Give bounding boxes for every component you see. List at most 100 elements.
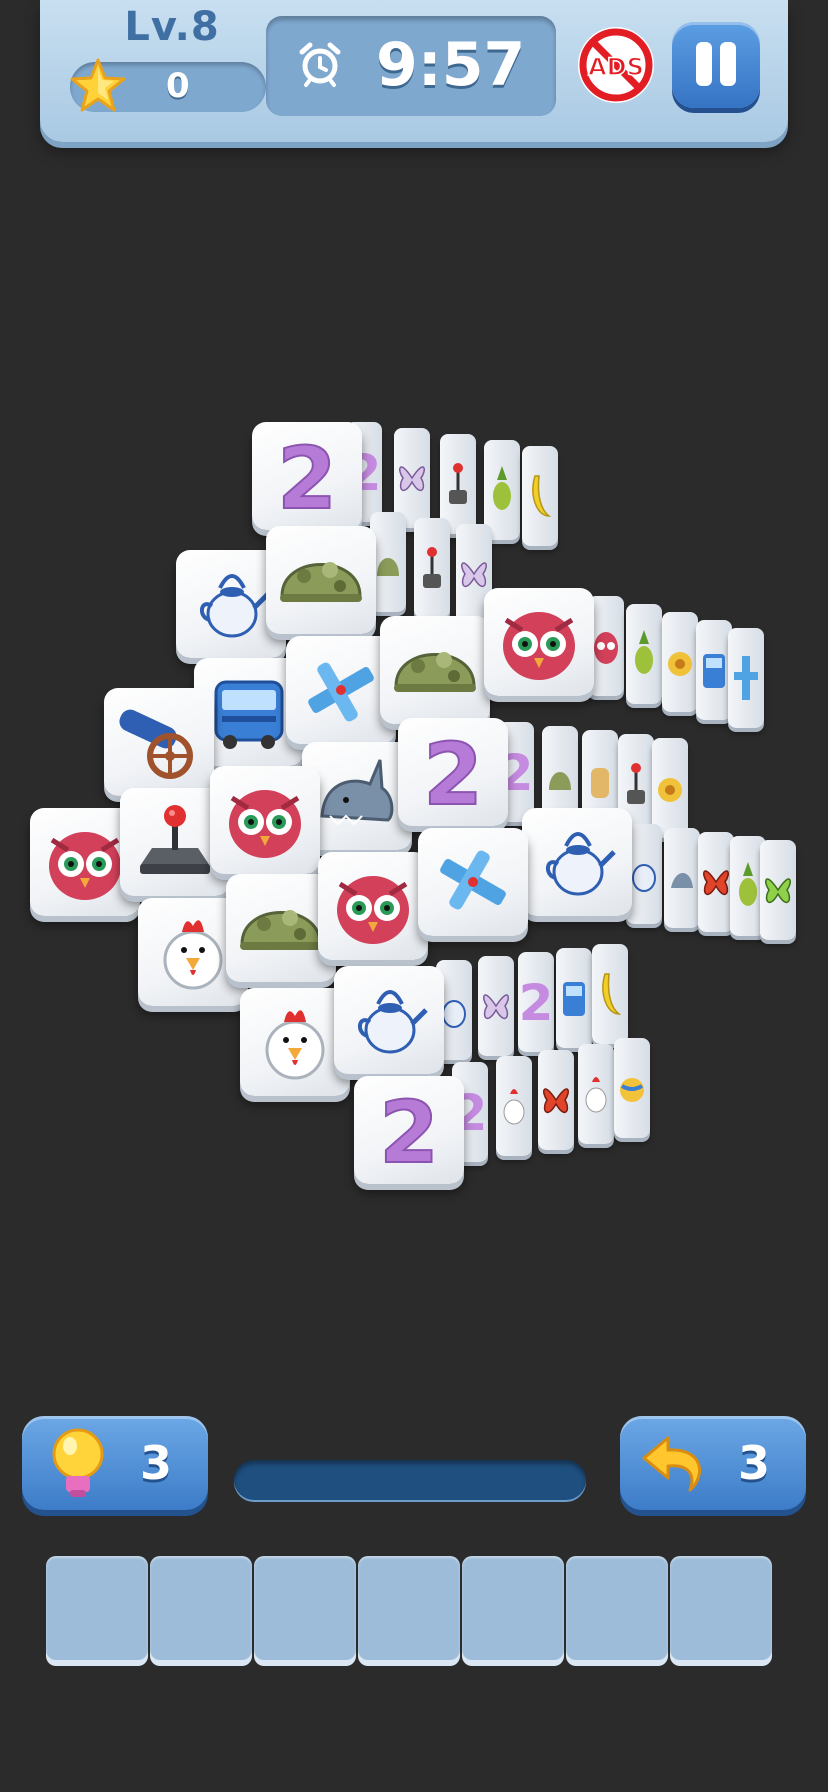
joystick-icon (423, 547, 441, 588)
pineapple-icon (635, 630, 653, 674)
tray-slot (254, 1556, 356, 1660)
tray-slot (150, 1556, 252, 1660)
tile-side[interactable] (592, 944, 628, 1044)
plane-icon (734, 656, 758, 700)
pause-icon (696, 42, 712, 86)
pineapple-icon (739, 862, 757, 906)
tile-teapot[interactable] (522, 808, 632, 916)
tile-teapot[interactable] (334, 966, 444, 1074)
plane-icon (308, 662, 374, 722)
undo-arrow-icon (642, 1436, 702, 1492)
timer-text: 9:57 (376, 30, 526, 100)
tile-side[interactable] (414, 518, 450, 618)
hint-count: 3 (140, 1436, 173, 1490)
tile-side[interactable] (614, 1038, 650, 1138)
bread-icon (591, 768, 609, 798)
alarm-clock-icon (299, 42, 341, 87)
owl-icon (503, 612, 575, 680)
fruit-icon (658, 778, 682, 802)
tile-side[interactable] (578, 1044, 614, 1144)
tile-side[interactable] (760, 840, 796, 940)
star-counter: 0 (70, 58, 266, 112)
tile-number-2[interactable]: 2 (354, 1076, 464, 1184)
timer-panel: 9:57 (266, 16, 556, 116)
butterfly-icon (543, 1088, 569, 1114)
tile-helmet[interactable] (266, 526, 376, 634)
tile-side[interactable] (538, 1050, 574, 1150)
svg-text:2: 2 (521, 974, 551, 1032)
tile-side[interactable] (698, 832, 734, 932)
tile-owl[interactable] (484, 588, 594, 696)
tile-side[interactable] (522, 446, 558, 546)
banana-icon (532, 475, 552, 517)
hint-button[interactable]: 3 (22, 1416, 208, 1510)
no-ads-label: ADS (588, 53, 644, 81)
bus-icon (703, 654, 725, 688)
ball-icon (620, 1078, 644, 1102)
tile-side[interactable] (484, 440, 520, 540)
star-icon (70, 58, 126, 112)
helmet-icon (377, 558, 399, 576)
undo-button[interactable]: 3 (620, 1416, 806, 1510)
butterfly-icon (765, 878, 791, 904)
svg-text:2: 2 (379, 1084, 439, 1176)
svg-text:2: 2 (423, 726, 483, 818)
owl-icon (337, 876, 409, 944)
plane-icon (440, 850, 506, 910)
tray-slot (566, 1556, 668, 1660)
tile-side[interactable] (696, 620, 732, 720)
no-ads-button[interactable]: ADS (575, 24, 657, 106)
tile-side[interactable] (496, 1056, 532, 1156)
shark-icon (320, 759, 394, 826)
tile-owl[interactable] (318, 852, 428, 960)
helmet-icon (280, 562, 362, 602)
banana-icon (602, 973, 622, 1015)
tray-slot (46, 1556, 148, 1660)
tile-side[interactable] (728, 628, 764, 728)
helmet-icon (394, 652, 476, 692)
tile-side[interactable] (662, 612, 698, 712)
star-count: 0 (166, 66, 190, 106)
number-2-icon: 2 (422, 726, 484, 818)
tile-side[interactable] (652, 738, 688, 838)
tile-cannon[interactable] (104, 688, 214, 796)
tile-side[interactable] (626, 604, 662, 704)
tile-side[interactable]: 2 (518, 952, 554, 1052)
tile-number-2[interactable]: 2 (398, 718, 508, 826)
cannon-icon (119, 709, 193, 779)
owl-icon (229, 790, 301, 858)
butterfly-icon (703, 870, 729, 896)
tray-slot (462, 1556, 564, 1660)
tile-side[interactable] (478, 956, 514, 1056)
svg-text:2: 2 (277, 430, 337, 522)
owl-icon (49, 832, 121, 900)
tile-board: 2 2 2 2 2 2 2 (0, 400, 828, 1230)
helmet-icon (240, 910, 322, 950)
chicken-icon (503, 1089, 525, 1125)
joystick-icon (140, 805, 210, 874)
undo-count: 3 (738, 1436, 771, 1490)
bus-icon (563, 982, 585, 1016)
tile-owl[interactable] (210, 766, 320, 874)
pause-button[interactable] (672, 22, 760, 108)
tray-slot (358, 1556, 460, 1660)
tile-number-2[interactable]: 2 (252, 422, 362, 530)
number-2-icon: 2 (378, 1084, 440, 1176)
tile-side[interactable] (664, 828, 700, 928)
top-hud: Lv.8 0 9:57 ADS (40, 0, 788, 142)
butterfly-icon (399, 466, 425, 492)
pineapple-icon (493, 466, 511, 510)
tile-side[interactable] (556, 948, 592, 1048)
helmet-icon (549, 772, 571, 790)
number-2-icon: 2 (521, 974, 551, 1032)
teapot-icon (200, 574, 270, 638)
chicken-icon (585, 1077, 607, 1113)
number-2-icon: 2 (276, 430, 338, 522)
tile-plane[interactable] (418, 828, 528, 936)
owl-icon (594, 632, 618, 664)
joystick-icon (627, 763, 645, 804)
tile-tray (46, 1556, 776, 1666)
teapot-icon (546, 832, 616, 896)
tile-helmet[interactable] (380, 616, 490, 724)
chicken-icon (265, 1010, 325, 1080)
